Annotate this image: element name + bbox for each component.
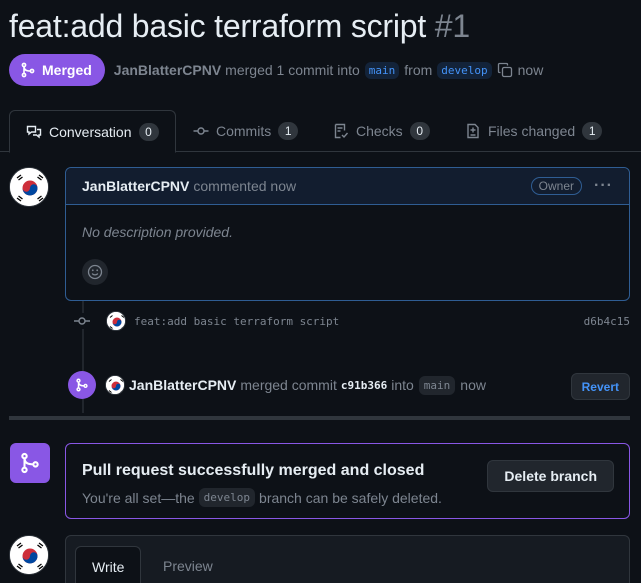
- comment-body: No description provided.: [82, 224, 233, 240]
- comment-editor: Write Preview: [65, 535, 630, 583]
- merge-summary: merged 1 commit into: [225, 62, 360, 78]
- merge-commit-sha-link[interactable]: c91b366: [341, 379, 387, 392]
- merge-icon: [76, 378, 88, 392]
- tab-write[interactable]: Write: [75, 546, 142, 583]
- comment-header: JanBlatterCPNV commented now Owner ···: [66, 168, 629, 205]
- merge-into-word: into: [391, 377, 414, 393]
- merge-author-link[interactable]: JanBlatterCPNV: [129, 377, 236, 393]
- tab-preview[interactable]: Preview: [163, 546, 213, 583]
- merged-desc-branch: develop: [198, 488, 256, 507]
- tab-files-changed-count: 1: [582, 122, 603, 140]
- copy-icon[interactable]: [497, 62, 513, 78]
- merge-author-avatar[interactable]: [105, 375, 125, 395]
- merge-target-branch[interactable]: main: [418, 375, 456, 395]
- smiley-icon: [87, 264, 103, 280]
- merge-event-time: now: [460, 377, 486, 393]
- tab-files-changed-label: Files changed: [488, 123, 576, 139]
- base-branch[interactable]: main: [364, 61, 400, 79]
- merged-status-description: You're all set—the develop branch can be…: [82, 488, 442, 507]
- commit-author-avatar[interactable]: [106, 311, 126, 331]
- merged-status-box: Pull request successfully merged and clo…: [65, 443, 630, 519]
- state-badge: Merged: [9, 54, 105, 86]
- from-word: from: [404, 62, 433, 78]
- tab-files-changed[interactable]: Files changed 1: [465, 110, 603, 152]
- merged-status-icon: [10, 443, 50, 483]
- avatar[interactable]: [9, 535, 49, 575]
- comment-discussion-icon: [26, 125, 42, 138]
- avatar[interactable]: [9, 167, 49, 207]
- delete-branch-button[interactable]: Delete branch: [487, 460, 614, 492]
- pr-number: #1: [434, 8, 470, 44]
- timeline-divider: [9, 416, 630, 420]
- comment-author[interactable]: JanBlatterCPNV: [82, 178, 189, 194]
- comment-action: commented now: [193, 178, 297, 194]
- tab-conversation-label: Conversation: [49, 123, 132, 140]
- pr-title-text: feat:add basic terraform script: [9, 8, 427, 44]
- tab-conversation-count: 0: [138, 122, 159, 141]
- commit-message-link[interactable]: feat:add basic terraform script: [134, 315, 339, 328]
- commit-sha-link[interactable]: d6b4c15: [584, 315, 630, 328]
- comment-box: JanBlatterCPNV commented now Owner ··· N…: [65, 167, 630, 301]
- commit-row: feat:add basic terraform script d6b4c15: [72, 309, 632, 333]
- pr-author-link[interactable]: JanBlatterCPNV: [114, 62, 221, 78]
- merge-event-text: merged commit: [240, 377, 337, 393]
- tab-checks-count: 0: [409, 122, 430, 140]
- pr-tabs: Conversation 0 Commits 1 Checks 0 Files …: [0, 110, 641, 153]
- head-branch[interactable]: develop: [437, 61, 492, 79]
- merged-status-title: Pull request successfully merged and clo…: [82, 462, 425, 479]
- pr-title: feat:add basic terraform script #1: [9, 8, 470, 45]
- merge-icon: [21, 452, 39, 474]
- owner-badge: Owner: [530, 177, 583, 195]
- merged-desc-after: branch can be safely deleted.: [259, 489, 442, 506]
- kebab-menu-icon[interactable]: ···: [594, 177, 613, 195]
- file-diff-icon: [467, 123, 479, 139]
- pr-meta: Merged JanBlatterCPNV merged 1 commit in…: [9, 54, 543, 86]
- git-commit-icon: [193, 127, 209, 135]
- revert-button[interactable]: Revert: [570, 373, 630, 400]
- checklist-icon: [334, 123, 349, 139]
- tab-commits-label: Commits: [216, 123, 272, 139]
- merged-desc-before: You're all set—the: [82, 489, 195, 506]
- merge-icon: [21, 62, 35, 78]
- tab-commits-count: 1: [278, 122, 299, 140]
- pr-time: now: [517, 62, 544, 78]
- tab-checks-label: Checks: [356, 123, 403, 139]
- tab-checks[interactable]: Checks 0: [333, 110, 430, 152]
- merge-event-badge: [68, 371, 96, 399]
- tab-conversation[interactable]: Conversation 0: [9, 110, 176, 153]
- merge-event: JanBlatterCPNV merged commit c91b366 int…: [68, 371, 630, 400]
- add-reaction-button[interactable]: [82, 259, 108, 285]
- git-commit-icon: [72, 313, 92, 329]
- tab-commits[interactable]: Commits 1: [193, 110, 299, 152]
- state-label: Merged: [42, 62, 92, 78]
